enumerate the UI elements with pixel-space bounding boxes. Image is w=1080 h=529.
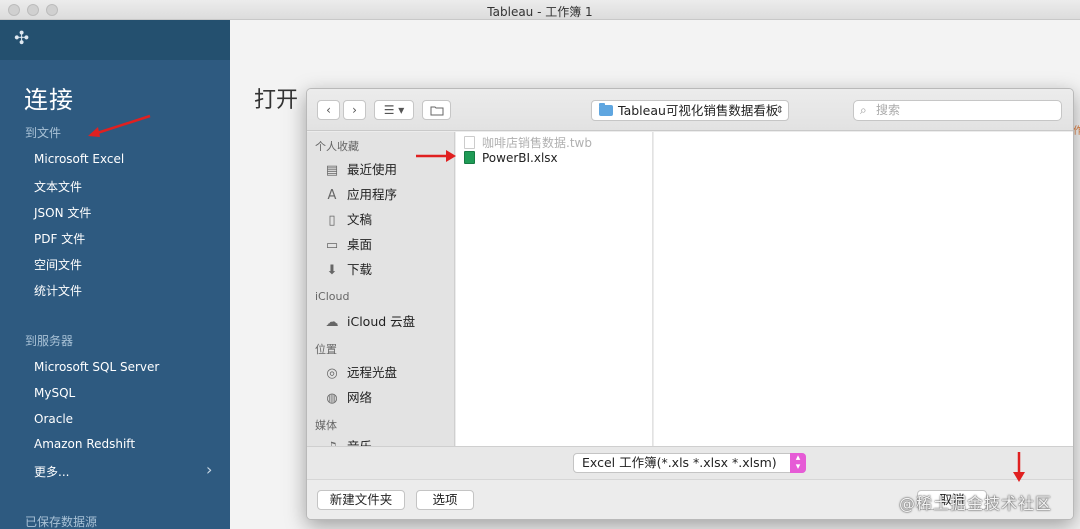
- file-name: PowerBI.xlsx: [482, 151, 558, 165]
- sidebar-item-network[interactable]: ◍ 网络: [323, 387, 372, 406]
- excel-file-icon: [464, 151, 475, 164]
- view-mode-button[interactable]: ☰ ▾: [374, 100, 414, 120]
- updown-chevron-icon: ▴ ▾: [790, 453, 806, 473]
- connect-spatial-file-link[interactable]: 空间文件: [34, 256, 82, 273]
- file-item-xlsx[interactable]: PowerBI.xlsx: [464, 151, 558, 165]
- media-heading: 媒体: [315, 419, 337, 432]
- search-input[interactable]: ⌕ 搜索: [853, 100, 1062, 121]
- network-icon: ◍: [326, 391, 338, 406]
- connect-sidebar: ✣ 连接 到文件 Microsoft Excel 文本文件 JSON 文件 PD…: [0, 20, 230, 529]
- recent-icon: ▤: [325, 163, 339, 178]
- preview-column: [654, 132, 1073, 446]
- path-popup[interactable]: Tableau可视化销售数据看板 ⇕: [591, 100, 789, 121]
- file-type-value: Excel 工作簿(*.xls *.xlsx *.xlsm): [582, 455, 777, 470]
- sidebar-item-icloud-drive[interactable]: ☁ iCloud 云盘: [323, 311, 416, 330]
- sidebar-item-downloads[interactable]: ⬇ 下载: [323, 259, 372, 278]
- new-folder-button[interactable]: 新建文件夹: [317, 490, 405, 510]
- dialog-sidebar: 个人收藏 ▤ 最近使用 A 应用程序 ▯ 文稿 ▭ 桌面 ⬇ 下载 iCloud ☁ iCl…: [307, 132, 455, 455]
- chevron-right-icon[interactable]: ›: [206, 460, 212, 479]
- file-type-select[interactable]: Excel 工作簿(*.xls *.xlsx *.xlsm) ▴ ▾: [573, 453, 806, 473]
- new-folder-toolbar-button[interactable]: [422, 100, 451, 120]
- file-name: 咖啡店销售数据.twb: [482, 136, 592, 150]
- sidebar-item-label: 应用程序: [347, 187, 398, 202]
- connect-oracle-link[interactable]: Oracle: [34, 412, 73, 426]
- connect-sql-server-link[interactable]: Microsoft SQL Server: [34, 360, 159, 374]
- connect-redshift-link[interactable]: Amazon Redshift: [34, 437, 135, 451]
- tableau-file-icon: [464, 136, 475, 149]
- watermark: @稀土掘金技术社区: [899, 494, 1053, 513]
- search-placeholder: 搜索: [876, 103, 901, 117]
- saved-sources-heading: 已保存数据源: [25, 515, 98, 529]
- sidebar-item-label: 远程光盘: [347, 365, 398, 380]
- options-button[interactable]: 选项: [416, 490, 474, 510]
- annotation-arrow-icon: [88, 114, 151, 137]
- icloud-heading: iCloud: [315, 290, 350, 303]
- download-icon: ⬇: [326, 263, 338, 278]
- sidebar-item-label: 下载: [347, 262, 373, 277]
- search-icon: ⌕: [860, 103, 867, 117]
- back-button[interactable]: ‹: [317, 100, 340, 120]
- sidebar-item-label: 文稿: [347, 212, 373, 227]
- sidebar-item-label: 网络: [347, 390, 373, 405]
- connect-more-link[interactable]: 更多...: [34, 463, 69, 480]
- updown-chevron-icon: ⇕: [775, 105, 784, 116]
- sidebar-item-label: 桌面: [347, 237, 373, 252]
- connect-title: 连接: [24, 86, 74, 114]
- documents-icon: ▯: [328, 213, 336, 228]
- connect-text-file-link[interactable]: 文本文件: [34, 178, 82, 195]
- folder-icon: [599, 103, 613, 116]
- to-file-heading: 到文件: [25, 126, 62, 140]
- tableau-logo-icon[interactable]: ✣: [14, 30, 29, 48]
- open-title: 打开: [254, 88, 299, 113]
- chevron-right-icon: ›: [352, 103, 357, 117]
- connect-json-file-link[interactable]: JSON 文件: [34, 204, 91, 221]
- sidebar-item-label: iCloud 云盘: [347, 314, 416, 329]
- view-columns-icon: ☰ ▾: [383, 103, 405, 117]
- sidebar-item-label: 最近使用: [347, 162, 398, 177]
- connect-mysql-link[interactable]: MySQL: [34, 386, 75, 400]
- file-item-twb: 咖啡店销售数据.twb: [464, 134, 592, 151]
- folder-icon: [430, 106, 443, 116]
- file-type-bar: Excel 工作簿(*.xls *.xlsx *.xlsm) ▴ ▾: [307, 446, 1073, 479]
- edge-partial-text: 作: [1073, 126, 1080, 137]
- sidebar-logo-bar: ✣: [0, 20, 230, 60]
- connect-pdf-file-link[interactable]: PDF 文件: [34, 230, 85, 247]
- annotation-arrow-icon: [1013, 452, 1025, 482]
- path-label: Tableau可视化销售数据看板: [618, 103, 779, 118]
- window-title: Tableau - 工作簿 1: [487, 5, 593, 19]
- favorites-heading: 个人收藏: [315, 140, 359, 153]
- annotation-arrow-icon: [416, 150, 456, 162]
- applications-icon: A: [327, 188, 337, 203]
- connect-excel-link[interactable]: Microsoft Excel: [34, 152, 124, 166]
- cloud-icon: ☁: [325, 315, 339, 330]
- file-list-column: 咖啡店销售数据.twb PowerBI.xlsx: [456, 132, 653, 446]
- sidebar-item-applications[interactable]: A 应用程序: [323, 184, 397, 203]
- connect-statistical-file-link[interactable]: 统计文件: [34, 282, 82, 299]
- sidebar-item-documents[interactable]: ▯ 文稿: [323, 209, 372, 228]
- sidebar-item-desktop[interactable]: ▭ 桌面: [323, 234, 372, 253]
- desktop-icon: ▭: [325, 238, 339, 253]
- chevron-left-icon: ‹: [326, 103, 331, 117]
- dialog-toolbar: ‹ › ☰ ▾ Tableau可视化销售数据看板 ⇕ ⌕ 搜索: [307, 89, 1073, 131]
- to-server-heading: 到服务器: [25, 334, 74, 348]
- locations-heading: 位置: [315, 343, 337, 356]
- disc-icon: ◎: [326, 366, 338, 381]
- window-titlebar: Tableau - 工作簿 1: [0, 0, 1080, 20]
- sidebar-item-remote-disc[interactable]: ◎ 远程光盘: [323, 362, 397, 381]
- sidebar-item-recent[interactable]: ▤ 最近使用: [323, 159, 397, 178]
- forward-button[interactable]: ›: [343, 100, 366, 120]
